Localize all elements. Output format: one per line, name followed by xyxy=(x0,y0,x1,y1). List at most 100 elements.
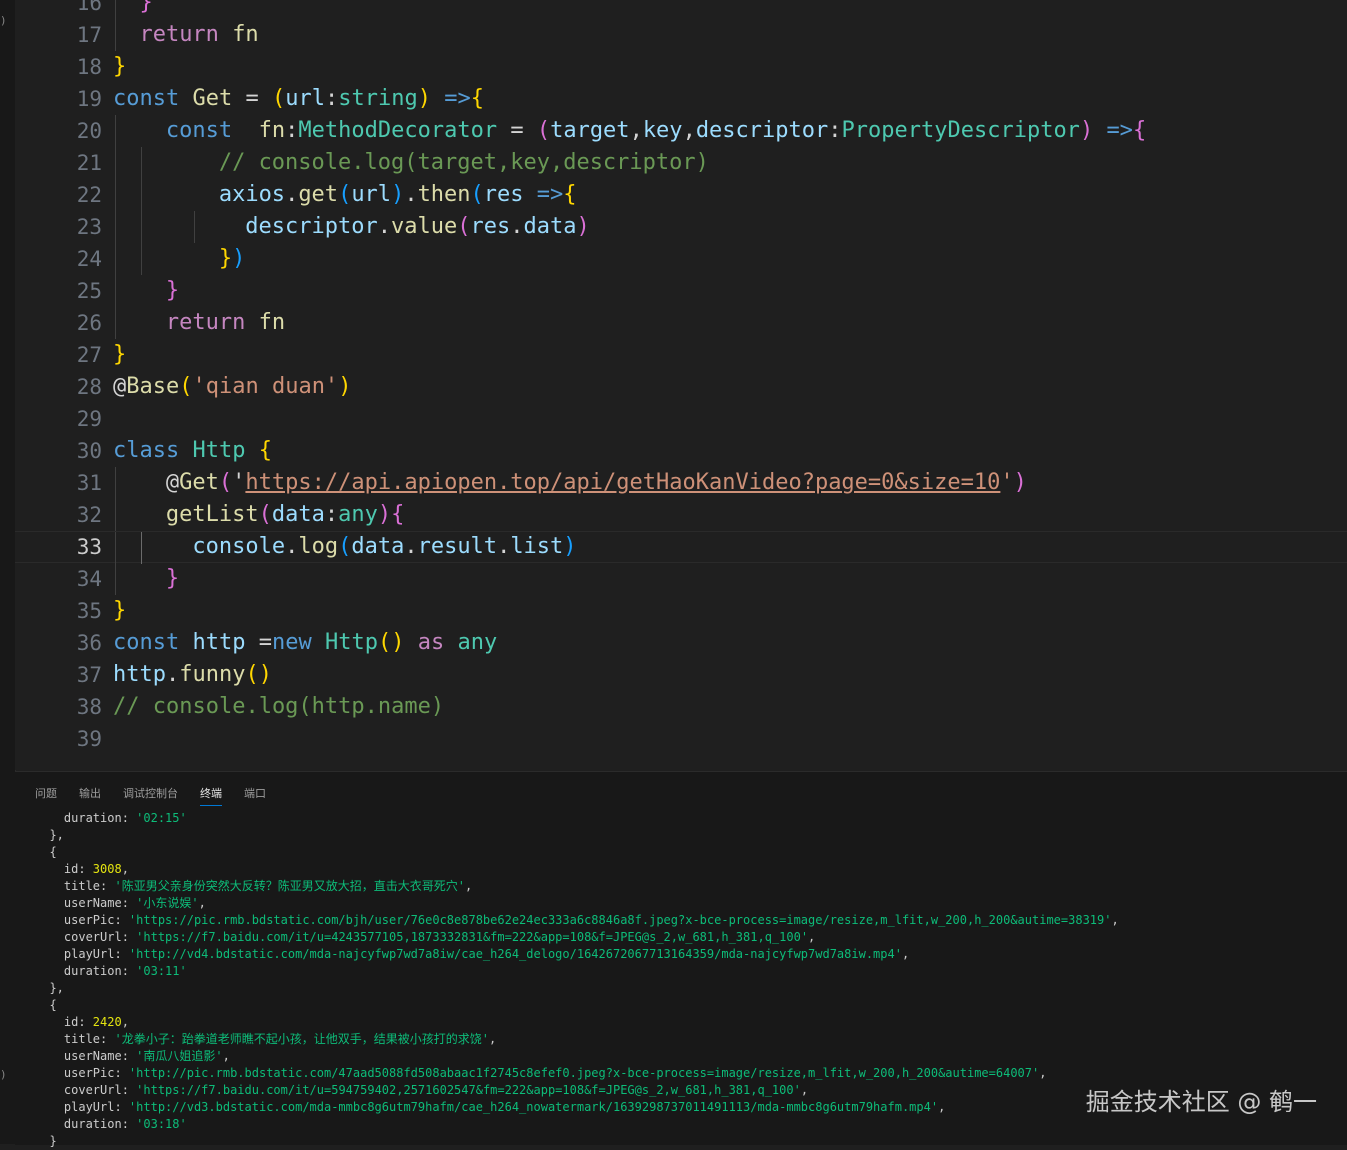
panel-tab[interactable]: 调试控制台 xyxy=(123,785,178,805)
code-text: @Base('qian duan') xyxy=(113,371,351,403)
panel-tab[interactable]: 端口 xyxy=(244,785,266,805)
code-line[interactable]: 30 class Http { xyxy=(15,435,1347,467)
code-token: res xyxy=(483,182,524,207)
code-token: } xyxy=(113,54,127,79)
code-line[interactable]: 28 @Base('qian duan') xyxy=(15,371,1347,403)
terminal-token: , xyxy=(800,1083,809,1097)
indent-guide xyxy=(141,147,143,179)
code-line[interactable]: 24}) xyxy=(15,243,1347,275)
line-number: 16 xyxy=(76,0,102,15)
indent-guide xyxy=(115,147,116,179)
code-line[interactable]: 35} xyxy=(15,595,1347,627)
terminal-token: '03:18' xyxy=(136,1117,187,1131)
code-token: list xyxy=(510,534,564,559)
code-line[interactable]: 32 getList(data:any){ xyxy=(15,499,1347,531)
code-line[interactable]: 17 return fn xyxy=(15,19,1347,51)
code-token: { xyxy=(258,438,272,463)
code-token: = xyxy=(497,118,537,143)
code-line[interactable]: 26 return fn xyxy=(15,307,1347,339)
line-number: 21 xyxy=(76,151,102,175)
terminal-token: 'https://pic.rmb.bdstatic.com/bjh/user/7… xyxy=(128,913,1112,927)
indent-guide xyxy=(115,467,116,499)
code-token: , xyxy=(629,118,643,143)
code-token: // console.log(target,key,descriptor) xyxy=(218,150,709,175)
panel-tab[interactable]: 终端 xyxy=(200,785,222,806)
panel-tab[interactable]: 输出 xyxy=(79,785,101,805)
code-token: ' xyxy=(232,470,246,495)
code-line[interactable]: 20 const fn:MethodDecorator = (target,key… xyxy=(15,115,1347,147)
terminal-line: duration: '03:18' xyxy=(35,1116,1335,1133)
terminal-token: playUrl: xyxy=(35,947,129,961)
terminal-token: '南瓜八姐追影' xyxy=(136,1049,223,1063)
terminal-token: , xyxy=(901,947,910,961)
code-token: ) xyxy=(232,246,246,271)
panel-tab[interactable]: 问题 xyxy=(35,785,57,805)
line-number: 19 xyxy=(76,87,102,111)
line-number: 37 xyxy=(76,663,102,687)
code-token: { xyxy=(1132,118,1147,143)
code-line[interactable]: 27} xyxy=(15,339,1347,371)
terminal-token: } xyxy=(35,1134,57,1148)
code-editor[interactable]: 16} 17 return fn 18} 19 const Get = (url:stri… xyxy=(15,0,1347,770)
line-number: 17 xyxy=(76,23,102,47)
code-token: } xyxy=(113,598,127,623)
code-text: }) xyxy=(219,243,246,275)
code-token: return xyxy=(139,22,219,47)
code-line[interactable]: 31 @Get('https://api.apiopen.top/api/getH… xyxy=(15,467,1347,499)
code-token: ( xyxy=(271,86,286,111)
code-line[interactable]: 39 xyxy=(15,723,1347,755)
terminal-line: }, xyxy=(35,980,1335,997)
code-token: result xyxy=(417,534,498,559)
terminal-line: duration: '03:11' xyxy=(35,963,1335,980)
code-token: axios xyxy=(218,182,286,207)
line-number: 29 xyxy=(76,407,102,431)
indent-guide xyxy=(115,179,116,211)
terminal-token: title: xyxy=(35,1032,115,1046)
terminal-line: userName: '小东说娱', xyxy=(35,895,1335,912)
terminal-token: 2420 xyxy=(92,1015,122,1029)
terminal-token: userPic: xyxy=(35,913,129,927)
terminal-token: { xyxy=(35,998,57,1012)
code-text: axios.get(url).then(res =>{ xyxy=(219,179,577,211)
line-number: 18 xyxy=(76,55,102,79)
code-line[interactable]: 37 http.funny() xyxy=(15,659,1347,691)
line-number: 35 xyxy=(76,599,102,623)
code-line[interactable]: 36 const http =new Http() as any xyxy=(15,627,1347,659)
terminal-token: , xyxy=(222,1049,230,1063)
code-line[interactable]: 38 // console.log(http.name) xyxy=(15,691,1347,723)
code-line[interactable]: 29 xyxy=(15,403,1347,435)
indent-guide xyxy=(141,211,143,243)
terminal-token: playUrl: xyxy=(35,1100,129,1114)
code-token: } xyxy=(218,246,233,271)
code-line[interactable]: 18} xyxy=(15,51,1347,83)
code-token: res xyxy=(470,214,511,239)
code-token: { xyxy=(563,182,577,207)
terminal-line: id: 2420, xyxy=(35,1014,1335,1031)
line-number: 28 xyxy=(76,375,102,399)
code-line[interactable]: 21 // console.log(target,key,descriptor) xyxy=(15,147,1347,179)
code-line[interactable]: 34} xyxy=(15,563,1347,595)
code-token: ( xyxy=(536,118,551,143)
code-token: ) xyxy=(1013,470,1027,495)
code-line[interactable]: 25} xyxy=(15,275,1347,307)
terminal-token: , xyxy=(938,1100,946,1114)
code-token: => xyxy=(536,182,564,207)
terminal-token: , xyxy=(488,1032,497,1046)
terminal-token: coverUrl: xyxy=(35,1083,137,1097)
code-line[interactable]: 22 axios.get(url).then(res =>{ xyxy=(15,179,1347,211)
code-token: ( xyxy=(470,182,484,207)
code-token: class xyxy=(113,438,180,463)
code-line[interactable]: 19 const Get = (url:string) =>{ xyxy=(15,83,1347,115)
line-number: 25 xyxy=(76,279,102,303)
code-line[interactable]: 23 descriptor.value(res.data) xyxy=(15,211,1347,243)
terminal-token: 'https://f7.baidu.com/it/u=4243577105,18… xyxy=(136,930,809,944)
code-line[interactable]: 33 console.log(data.result.list) xyxy=(15,531,1347,564)
code-token: as xyxy=(417,630,445,655)
code-line[interactable]: 16} xyxy=(15,0,1347,19)
terminal-token: 3008 xyxy=(92,862,122,876)
code-token: const xyxy=(165,118,233,143)
